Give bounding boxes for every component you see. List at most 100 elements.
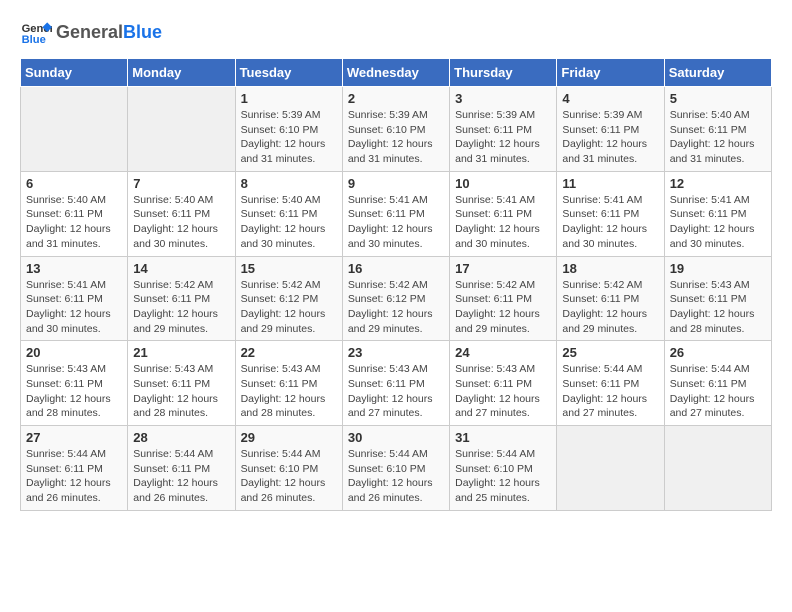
day-info: Sunrise: 5:44 AMSunset: 6:11 PMDaylight:… [133,447,229,506]
calendar-cell: 6Sunrise: 5:40 AMSunset: 6:11 PMDaylight… [21,171,128,256]
calendar-cell: 21 Sunrise: 5:43 AMSunset: 6:11 PMDayligh… [128,341,235,426]
day-info: Sunrise: 5:41 AMSunset: 6:11 PMDaylight:… [26,278,122,337]
day-number: 2 [348,91,444,106]
calendar-cell: 12 Sunrise: 5:41 AMSunset: 6:11 PMDayligh… [664,171,771,256]
day-info: Sunrise: 5:39 AMSunset: 6:11 PMDaylight:… [455,108,551,167]
calendar-cell [557,426,664,511]
day-info: Sunrise: 5:44 AMSunset: 6:10 PMDaylight:… [455,447,551,506]
calendar-cell: 9 Sunrise: 5:41 AMSunset: 6:11 PMDaylight… [342,171,449,256]
day-info: Sunrise: 5:40 AMSunset: 6:11 PMDaylight:… [133,193,229,252]
day-number: 12 [670,176,766,191]
day-info: Sunrise: 5:44 AMSunset: 6:10 PMDaylight:… [348,447,444,506]
day-info: Sunrise: 5:39 AMSunset: 6:10 PMDaylight:… [348,108,444,167]
calendar-cell: 2 Sunrise: 5:39 AMSunset: 6:10 PMDaylight… [342,87,449,172]
day-info: Sunrise: 5:44 AMSunset: 6:10 PMDaylight:… [241,447,337,506]
day-number: 28 [133,430,229,445]
day-info: Sunrise: 5:43 AMSunset: 6:11 PMDaylight:… [455,362,551,421]
day-number: 17 [455,261,551,276]
calendar-cell: 11 Sunrise: 5:41 AMSunset: 6:11 PMDayligh… [557,171,664,256]
day-number: 25 [562,345,658,360]
day-info: Sunrise: 5:43 AMSunset: 6:11 PMDaylight:… [241,362,337,421]
day-number: 5 [670,91,766,106]
calendar-cell: 26 Sunrise: 5:44 AMSunset: 6:11 PMDayligh… [664,341,771,426]
calendar-cell: 15 Sunrise: 5:42 AMSunset: 6:12 PMDayligh… [235,256,342,341]
day-info: Sunrise: 5:42 AMSunset: 6:11 PMDaylight:… [562,278,658,337]
day-number: 30 [348,430,444,445]
calendar-cell: 1 Sunrise: 5:39 AMSunset: 6:10 PMDaylight… [235,87,342,172]
day-number: 11 [562,176,658,191]
calendar-cell: 29Sunrise: 5:44 AMSunset: 6:10 PMDayligh… [235,426,342,511]
calendar-cell: 17 Sunrise: 5:42 AMSunset: 6:11 PMDayligh… [450,256,557,341]
calendar-cell: 20Sunrise: 5:43 AMSunset: 6:11 PMDayligh… [21,341,128,426]
day-number: 4 [562,91,658,106]
day-number: 13 [26,261,122,276]
calendar-cell: 31 Sunrise: 5:44 AMSunset: 6:10 PMDayligh… [450,426,557,511]
day-info: Sunrise: 5:42 AMSunset: 6:11 PMDaylight:… [133,278,229,337]
calendar-cell: 27Sunrise: 5:44 AMSunset: 6:11 PMDayligh… [21,426,128,511]
calendar-cell: 8 Sunrise: 5:40 AMSunset: 6:11 PMDaylight… [235,171,342,256]
day-number: 26 [670,345,766,360]
calendar-cell [21,87,128,172]
day-number: 3 [455,91,551,106]
calendar-cell: 10 Sunrise: 5:41 AMSunset: 6:11 PMDayligh… [450,171,557,256]
calendar-week-row: 1 Sunrise: 5:39 AMSunset: 6:10 PMDaylight… [21,87,772,172]
calendar-cell [128,87,235,172]
day-number: 19 [670,261,766,276]
calendar-cell: 4 Sunrise: 5:39 AMSunset: 6:11 PMDaylight… [557,87,664,172]
day-number: 15 [241,261,337,276]
calendar-week-row: 20Sunrise: 5:43 AMSunset: 6:11 PMDayligh… [21,341,772,426]
day-number: 22 [241,345,337,360]
day-info: Sunrise: 5:44 AMSunset: 6:11 PMDaylight:… [562,362,658,421]
day-info: Sunrise: 5:41 AMSunset: 6:11 PMDaylight:… [670,193,766,252]
calendar-cell: 25 Sunrise: 5:44 AMSunset: 6:11 PMDayligh… [557,341,664,426]
day-number: 8 [241,176,337,191]
calendar-table: SundayMondayTuesdayWednesdayThursdayFrid… [20,58,772,511]
calendar-week-row: 13 Sunrise: 5:41 AMSunset: 6:11 PMDayligh… [21,256,772,341]
calendar-cell: 5Sunrise: 5:40 AMSunset: 6:11 PMDaylight… [664,87,771,172]
day-number: 9 [348,176,444,191]
logo-icon: General Blue [20,16,52,48]
logo-blue-text: Blue [123,22,162,43]
day-info: Sunrise: 5:42 AMSunset: 6:12 PMDaylight:… [348,278,444,337]
day-number: 10 [455,176,551,191]
calendar-week-row: 6 Sunrise: 5:40 AMSunset: 6:11 PMDaylight… [21,171,772,256]
day-info: Sunrise: 5:42 AMSunset: 6:12 PMDaylight:… [241,278,337,337]
logo-general-text: General [56,22,123,43]
calendar-header-saturday: Saturday [664,59,771,87]
calendar-header-friday: Friday [557,59,664,87]
day-number: 24 [455,345,551,360]
day-info: Sunrise: 5:41 AMSunset: 6:11 PMDaylight:… [562,193,658,252]
day-info: Sunrise: 5:43 AMSunset: 6:11 PMDaylight:… [348,362,444,421]
day-number: 21 [133,345,229,360]
day-info: Sunrise: 5:43 AMSunset: 6:11 PMDaylight:… [26,362,122,421]
day-info: Sunrise: 5:44 AMSunset: 6:11 PMDaylight:… [670,362,766,421]
day-info: Sunrise: 5:40 AMSunset: 6:11 PMDaylight:… [241,193,337,252]
calendar-cell: 16Sunrise: 5:42 AMSunset: 6:12 PMDayligh… [342,256,449,341]
calendar-cell [664,426,771,511]
day-info: Sunrise: 5:41 AMSunset: 6:11 PMDaylight:… [455,193,551,252]
calendar-cell: 22 Sunrise: 5:43 AMSunset: 6:11 PMDayligh… [235,341,342,426]
calendar-cell: 19Sunrise: 5:43 AMSunset: 6:11 PMDayligh… [664,256,771,341]
calendar-cell: 13 Sunrise: 5:41 AMSunset: 6:11 PMDayligh… [21,256,128,341]
day-number: 31 [455,430,551,445]
day-number: 1 [241,91,337,106]
calendar-header-sunday: Sunday [21,59,128,87]
day-info: Sunrise: 5:42 AMSunset: 6:11 PMDaylight:… [455,278,551,337]
calendar-cell: 3 Sunrise: 5:39 AMSunset: 6:11 PMDaylight… [450,87,557,172]
calendar-header-wednesday: Wednesday [342,59,449,87]
calendar-cell: 24 Sunrise: 5:43 AMSunset: 6:11 PMDayligh… [450,341,557,426]
calendar-cell: 14Sunrise: 5:42 AMSunset: 6:11 PMDayligh… [128,256,235,341]
calendar-cell: 23 Sunrise: 5:43 AMSunset: 6:11 PMDayligh… [342,341,449,426]
day-info: Sunrise: 5:39 AMSunset: 6:10 PMDaylight:… [241,108,337,167]
header: General Blue General Blue [20,16,772,48]
svg-text:Blue: Blue [22,34,46,46]
calendar-header-tuesday: Tuesday [235,59,342,87]
calendar-cell: 30 Sunrise: 5:44 AMSunset: 6:10 PMDayligh… [342,426,449,511]
day-number: 23 [348,345,444,360]
day-info: Sunrise: 5:39 AMSunset: 6:11 PMDaylight:… [562,108,658,167]
day-number: 7 [133,176,229,191]
day-info: Sunrise: 5:43 AMSunset: 6:11 PMDaylight:… [133,362,229,421]
day-number: 6 [26,176,122,191]
day-info: Sunrise: 5:41 AMSunset: 6:11 PMDaylight:… [348,193,444,252]
calendar-cell: 18Sunrise: 5:42 AMSunset: 6:11 PMDayligh… [557,256,664,341]
